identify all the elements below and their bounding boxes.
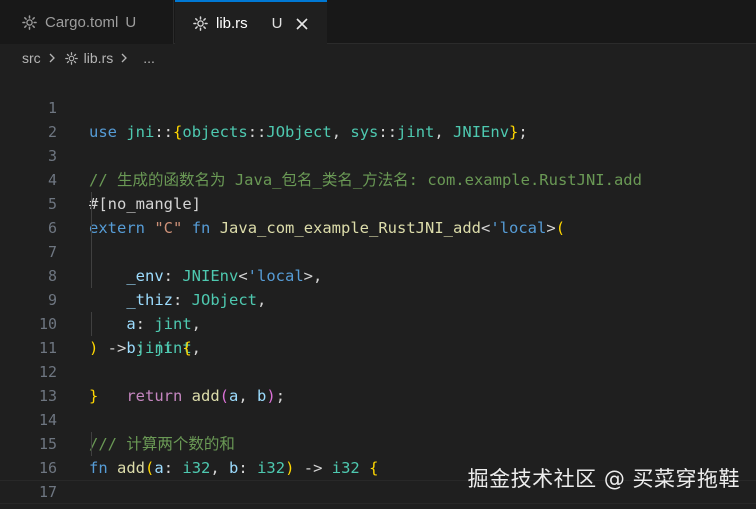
untracked-badge: U bbox=[271, 15, 283, 32]
rust-file-icon bbox=[64, 51, 78, 65]
indent-guide bbox=[91, 432, 92, 456]
line-number: 18 bbox=[0, 504, 57, 509]
indent-guide bbox=[91, 264, 92, 288]
code-line: 4 #[no_mangle] bbox=[0, 144, 756, 213]
chevron-right-icon bbox=[49, 53, 55, 63]
tab-bar: Cargo.toml U lib.rs U bbox=[0, 0, 756, 45]
tab-label: Cargo.toml bbox=[45, 13, 119, 31]
close-icon[interactable] bbox=[295, 17, 309, 31]
breadcrumb-more[interactable]: ... bbox=[143, 50, 155, 66]
code-line: 2 bbox=[0, 96, 756, 141]
watermark: 掘金技术社区 @ 买菜穿拖鞋 bbox=[467, 467, 740, 491]
code-line: 12 } bbox=[0, 336, 756, 405]
tab-cargo-toml[interactable]: Cargo.toml U bbox=[0, 0, 174, 44]
tab-label: lib.rs bbox=[216, 15, 248, 32]
breadcrumb: src lib.rs ... bbox=[0, 44, 756, 72]
tab-lib-rs[interactable]: lib.rs U bbox=[175, 0, 327, 45]
indent-guide bbox=[91, 312, 92, 336]
indent-guide bbox=[91, 240, 92, 264]
code-line: 15 fn add(a: i32, b: i32) -> i32 { bbox=[0, 408, 756, 477]
code-line: 13 bbox=[0, 360, 756, 405]
breadcrumb-folder[interactable]: src bbox=[22, 50, 41, 66]
code-line: 1 use jni::{objects::JObject, sys::jint,… bbox=[0, 72, 756, 141]
indent-guide bbox=[91, 216, 92, 240]
breadcrumb-file[interactable]: lib.rs bbox=[84, 50, 114, 66]
code-line: 3 // 生成的函数名为 Java_包名_类名_方法名: com.example… bbox=[0, 120, 756, 189]
code-line: 6 _env: JNIEnv<'local>, bbox=[0, 192, 756, 285]
settings-file-icon bbox=[22, 14, 37, 30]
code-line: 16 a + b bbox=[0, 432, 756, 509]
code-text: } bbox=[89, 504, 98, 509]
code-line: 14 /// 计算两个数的和 bbox=[0, 384, 756, 453]
code-line: 11 return add(a, b); bbox=[0, 312, 756, 405]
code-editor[interactable]: 1 use jni::{objects::JObject, sys::jint,… bbox=[0, 72, 756, 509]
chevron-right-icon bbox=[121, 53, 128, 63]
code-text: a + b bbox=[89, 504, 173, 509]
code-line: 9 b: jint, bbox=[0, 264, 756, 357]
untracked-badge: U bbox=[125, 13, 137, 31]
code-line: 7 _thiz: JObject, bbox=[0, 216, 756, 309]
code-line: 10 ) -> jint { bbox=[0, 288, 756, 357]
code-line: 8 a: jint, bbox=[0, 240, 756, 333]
code-line: 5 extern "C" fn Java_com_example_RustJNI… bbox=[0, 168, 756, 237]
rust-file-icon bbox=[193, 16, 208, 31]
editor-window: Cargo.toml U lib.rs U src lib.rs ... 1 u… bbox=[0, 0, 756, 509]
indent-guide bbox=[91, 192, 92, 216]
